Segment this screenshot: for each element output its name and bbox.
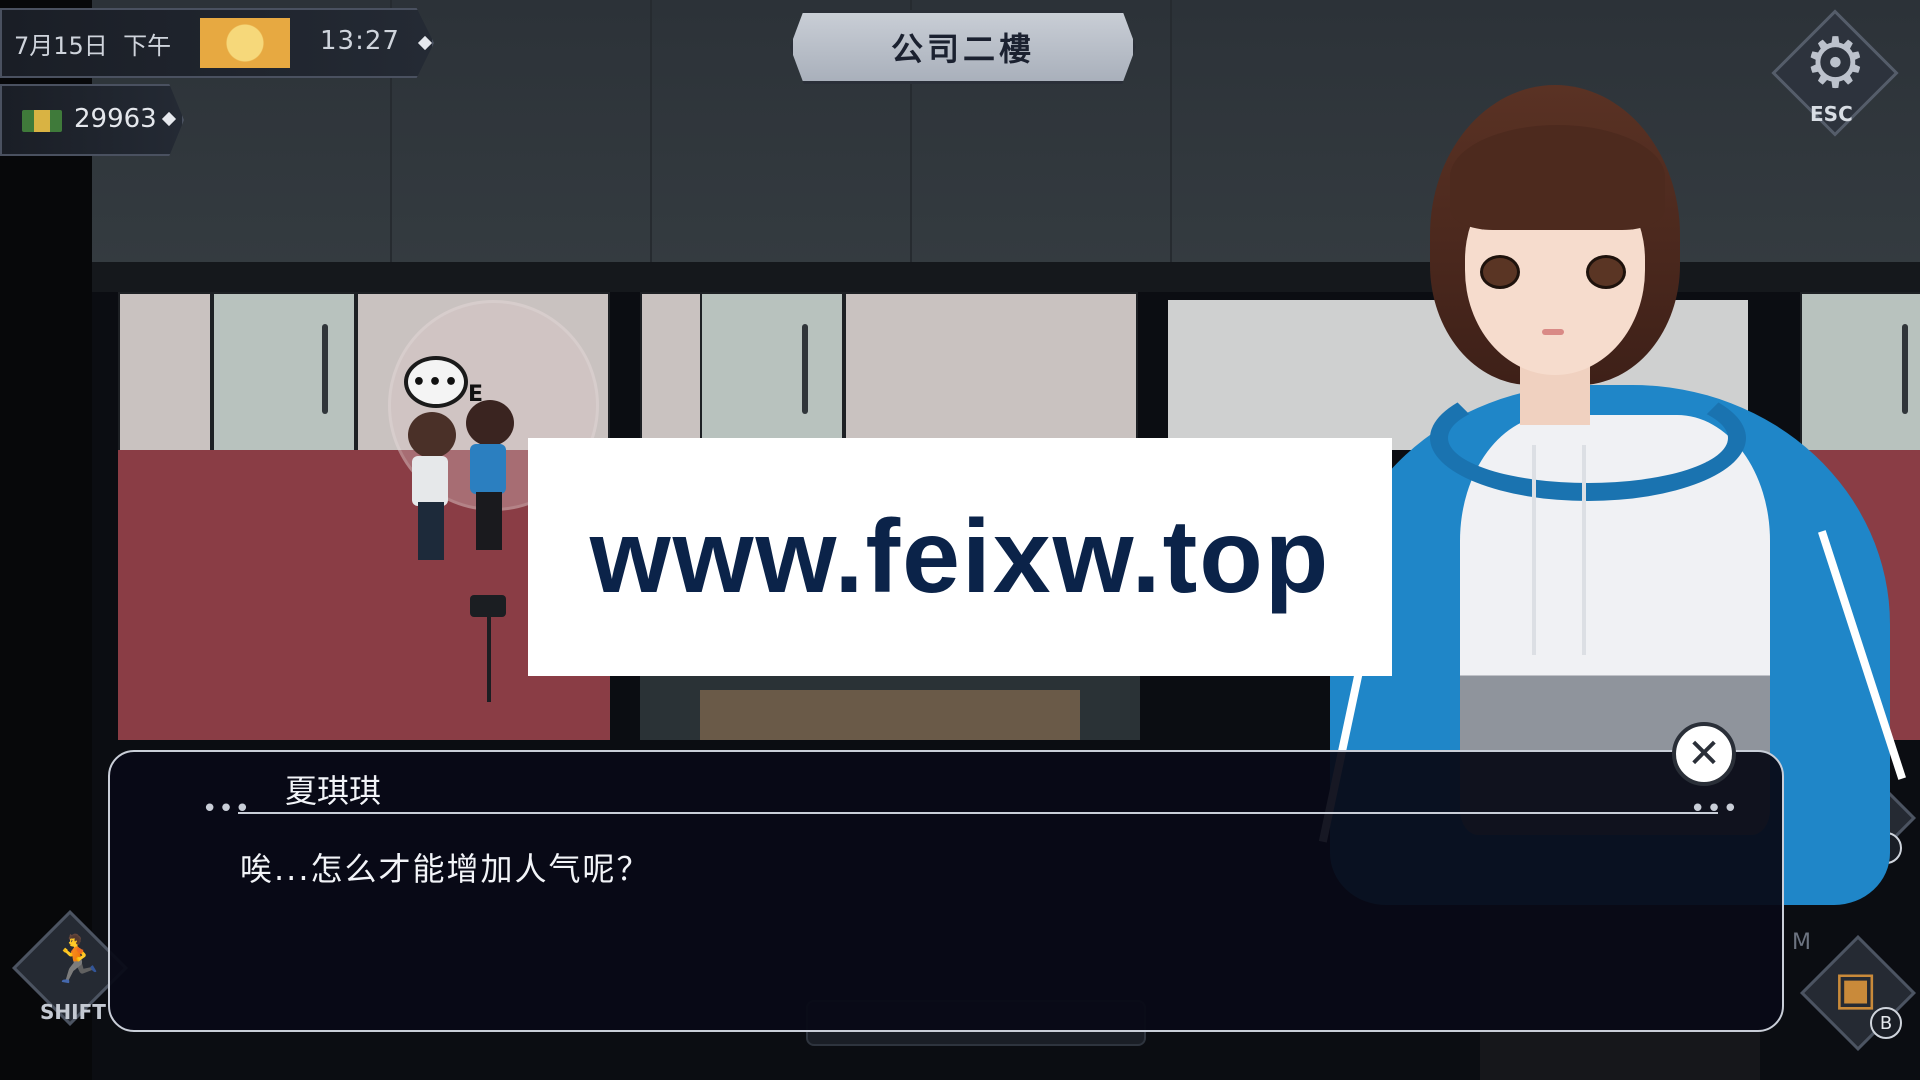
diamond-ornament-icon — [417, 35, 433, 51]
location-banner: 公司二樓 — [790, 10, 1136, 84]
date-time-panel: 7月15日 下午 13:27 — [0, 8, 434, 78]
camera-tripod — [470, 595, 506, 617]
cabinet — [212, 292, 356, 456]
dialog-text: 唉...怎么才能增加人气呢？ — [240, 850, 651, 888]
speaker-name: 夏琪琪 — [285, 772, 382, 810]
dialog-box[interactable]: ••• 夏琪琪 ••• 唉...怎么才能增加人气呢？ — [108, 750, 1784, 1032]
run-key-label: SHIFT — [40, 1000, 106, 1024]
location-name: 公司二樓 — [890, 30, 1035, 68]
money-panel: 29963 — [0, 84, 184, 156]
divider — [238, 812, 1718, 814]
divider-dots-icon: ••• — [1690, 794, 1740, 824]
watermark-text: www.feixw.top — [589, 498, 1331, 615]
cabinet — [844, 292, 1138, 456]
cash-icon — [22, 110, 62, 132]
cabinet — [118, 292, 212, 456]
running-figure-icon: 🏃 — [48, 932, 106, 986]
date-text: 7月15日 下午 — [14, 32, 172, 60]
desk — [700, 690, 1080, 740]
cabinet — [700, 292, 844, 456]
cabinet — [640, 292, 704, 456]
money-amount: 29963 — [74, 104, 157, 134]
interact-key-label: E — [468, 382, 484, 407]
divider-dots-icon: ••• — [202, 794, 252, 824]
sun-icon — [200, 18, 290, 68]
speech-bubble-icon[interactable]: ••• — [404, 356, 468, 408]
close-icon[interactable]: ✕ — [1672, 722, 1736, 786]
diamond-ornament-icon — [161, 111, 177, 127]
watermark-overlay: www.feixw.top — [528, 438, 1392, 676]
clock-time: 13:27 — [320, 26, 400, 56]
camera-tripod-leg — [487, 617, 491, 702]
